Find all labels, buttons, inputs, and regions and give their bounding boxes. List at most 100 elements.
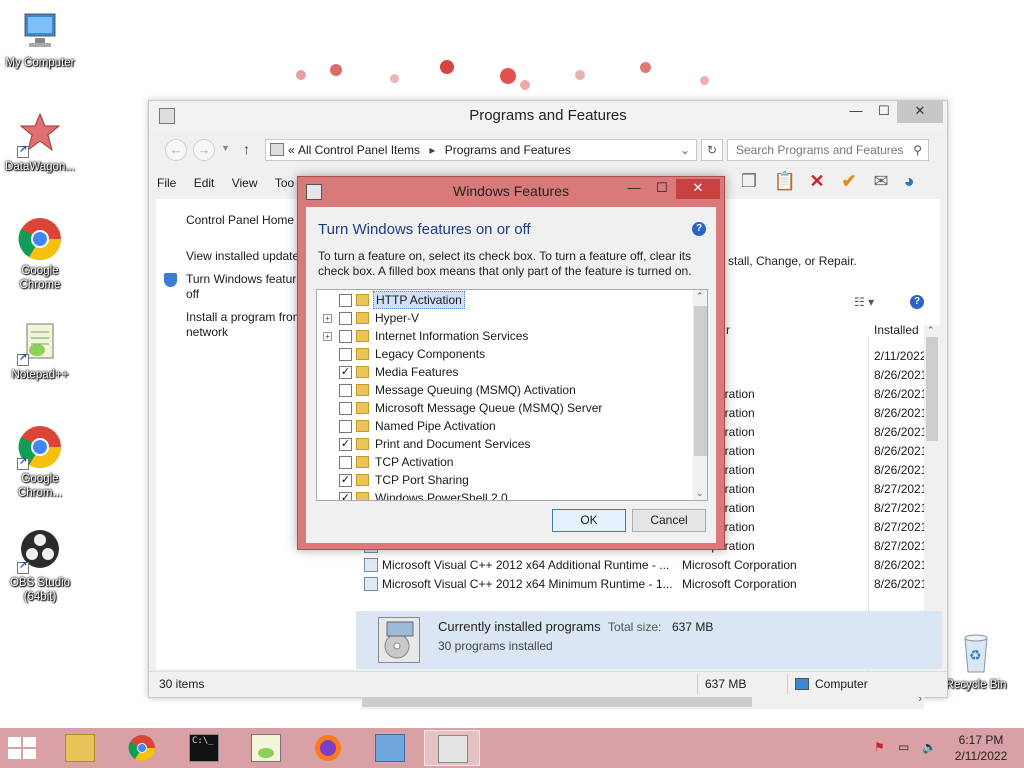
feature-item[interactable]: Microsoft Message Queue (MSMQ) Server bbox=[317, 399, 691, 417]
cancel-button[interactable]: Cancel bbox=[632, 509, 706, 532]
dialog-close-button[interactable]: ✕ bbox=[676, 179, 720, 199]
link-install-from-network[interactable]: Install a program fron bbox=[186, 310, 299, 325]
close-button[interactable]: ✕ bbox=[897, 101, 943, 123]
taskbar-control-panel[interactable] bbox=[362, 730, 418, 766]
column-header-publisher[interactable]: r bbox=[726, 323, 730, 337]
feature-checkbox[interactable]: ✓ bbox=[339, 438, 352, 451]
search-placeholder: Search Programs and Features bbox=[736, 143, 904, 157]
menu-view[interactable]: View bbox=[232, 173, 258, 193]
window-titlebar[interactable]: Programs and Features — ☐ ✕ bbox=[149, 101, 947, 131]
refresh-button[interactable]: ↻ bbox=[701, 139, 723, 161]
feature-checkbox[interactable] bbox=[339, 402, 352, 415]
vertical-scroll-thumb[interactable] bbox=[926, 337, 938, 441]
help-icon[interactable]: ? bbox=[692, 222, 706, 236]
globe-icon[interactable]: ◕ bbox=[897, 169, 921, 193]
feature-checkbox[interactable] bbox=[339, 312, 352, 325]
address-bar[interactable]: « All Control Panel Items ▸ Programs and… bbox=[265, 139, 697, 161]
wallpaper-blossom bbox=[640, 62, 651, 73]
expand-icon[interactable]: + bbox=[323, 314, 332, 323]
feature-checkbox[interactable] bbox=[339, 384, 352, 397]
menu-file[interactable]: File bbox=[157, 173, 176, 193]
feature-checkbox[interactable]: ✓ bbox=[339, 366, 352, 379]
features-scroll-thumb[interactable] bbox=[694, 306, 707, 456]
maximize-button[interactable]: ☐ bbox=[869, 101, 899, 123]
link-turn-windows-features[interactable]: Turn Windows featur bbox=[186, 272, 296, 287]
feature-checkbox[interactable]: ✓ bbox=[339, 492, 352, 500]
link-turn-windows-features-cont[interactable]: off bbox=[186, 287, 199, 302]
minimize-button[interactable]: — bbox=[841, 101, 871, 123]
desktop-icon-obs-studio[interactable]: OBS Studio (64bit) bbox=[0, 528, 80, 604]
feature-item[interactable]: ✓ Windows PowerShell 2.0 bbox=[317, 489, 691, 500]
scroll-down-icon[interactable]: ⌄ bbox=[696, 488, 704, 499]
up-button[interactable]: ↑ bbox=[243, 141, 250, 157]
breadcrumb-all-control-panel-items[interactable]: All Control Panel Items bbox=[298, 143, 420, 157]
desktop-icon-datawagon[interactable]: DataWagon... bbox=[0, 112, 80, 174]
start-button[interactable] bbox=[8, 737, 38, 759]
feature-item[interactable]: Named Pipe Activation bbox=[317, 417, 691, 435]
address-dropdown-icon[interactable]: ⌄ bbox=[680, 140, 690, 160]
dialog-minimize-button[interactable]: — bbox=[620, 179, 648, 199]
menu-tools[interactable]: Too bbox=[275, 173, 294, 193]
breadcrumb-separator-icon[interactable]: ▸ bbox=[429, 143, 435, 157]
feature-item[interactable]: TCP Activation bbox=[317, 453, 691, 471]
view-options-icon[interactable]: ☷ ▾ bbox=[854, 295, 874, 309]
feature-item[interactable]: Legacy Components bbox=[317, 345, 691, 363]
feature-checkbox[interactable] bbox=[339, 420, 352, 433]
search-input[interactable]: Search Programs and Features ⚲ bbox=[727, 139, 929, 161]
feature-item[interactable]: ✓ Media Features bbox=[317, 363, 691, 381]
action-center-flag-icon[interactable]: ⚑ bbox=[874, 740, 885, 754]
taskbar-notepadpp[interactable] bbox=[238, 730, 294, 766]
feature-item[interactable]: ✓ Print and Document Services bbox=[317, 435, 691, 453]
desktop-icon-notepadpp[interactable]: Notepad++ bbox=[0, 320, 80, 382]
network-icon[interactable]: ▭ bbox=[898, 740, 909, 754]
desktop-icon-google-chrome[interactable]: Google Chrome bbox=[0, 216, 80, 292]
feature-checkbox[interactable] bbox=[339, 456, 352, 469]
volume-icon[interactable]: 🔈 bbox=[922, 740, 937, 754]
menu-edit[interactable]: Edit bbox=[194, 173, 215, 193]
taskbar-command-prompt[interactable]: C:\_ bbox=[176, 730, 232, 766]
desktop-icon-recycle-bin[interactable]: ♻ Recycle Bin bbox=[936, 630, 1016, 692]
scroll-up-icon[interactable]: ⌃ bbox=[927, 325, 935, 336]
link-install-from-network-cont[interactable]: network bbox=[186, 325, 228, 340]
feature-checkbox[interactable] bbox=[339, 330, 352, 343]
feature-item[interactable]: + Hyper-V bbox=[317, 309, 691, 327]
firefox-icon bbox=[315, 735, 341, 761]
email-icon[interactable]: ✉ bbox=[869, 169, 893, 193]
table-row[interactable]: Microsoft Visual C++ 2012 x64 Minimum Ru… bbox=[362, 575, 932, 594]
feature-checkbox[interactable]: ✓ bbox=[339, 474, 352, 487]
taskbar-programs-and-features[interactable] bbox=[424, 730, 480, 766]
feature-item[interactable]: Message Queuing (MSMQ) Activation bbox=[317, 381, 691, 399]
dialog-maximize-button[interactable]: ☐ bbox=[648, 179, 676, 199]
address-overflow-chevrons[interactable]: « bbox=[288, 140, 295, 160]
forward-button[interactable]: → bbox=[193, 139, 215, 161]
feature-checkbox[interactable] bbox=[339, 348, 352, 361]
recent-pages-dropdown[interactable]: ▼ bbox=[221, 143, 230, 153]
link-control-panel-home[interactable]: Control Panel Home bbox=[186, 213, 294, 228]
feature-item[interactable]: HTTP Activation bbox=[317, 291, 691, 309]
column-header-installed-on[interactable]: Installed bbox=[874, 323, 919, 337]
copy-icon[interactable]: ❐ bbox=[737, 169, 761, 193]
taskbar-firefox[interactable] bbox=[300, 730, 356, 766]
help-icon[interactable]: ? bbox=[910, 295, 924, 309]
breadcrumb-programs-and-features[interactable]: Programs and Features bbox=[445, 143, 571, 157]
desktop-icon-google-chrome-2[interactable]: Google Chrom... bbox=[0, 424, 80, 500]
desktop-icon-my-computer[interactable]: My Computer bbox=[0, 8, 80, 70]
taskbar-chrome[interactable] bbox=[114, 730, 170, 766]
paste-icon[interactable]: 📋 bbox=[773, 169, 797, 193]
feature-item[interactable]: + Internet Information Services bbox=[317, 327, 691, 345]
feature-item[interactable]: ✓ TCP Port Sharing bbox=[317, 471, 691, 489]
delete-icon[interactable]: ✕ bbox=[805, 169, 829, 193]
expand-icon[interactable]: + bbox=[323, 332, 332, 341]
table-row[interactable]: Microsoft Visual C++ 2012 x64 Additional… bbox=[362, 556, 932, 575]
scroll-up-icon[interactable]: ⌃ bbox=[696, 291, 704, 302]
ok-button[interactable]: OK bbox=[552, 509, 626, 532]
feature-checkbox[interactable] bbox=[339, 294, 352, 307]
system-clock[interactable]: 6:17 PM 2/11/2022 bbox=[948, 732, 1014, 764]
features-scrollbar[interactable]: ⌃ ⌄ bbox=[693, 290, 707, 500]
checkmark-icon[interactable]: ✔ bbox=[837, 169, 861, 193]
back-button[interactable]: ← bbox=[165, 139, 187, 161]
horizontal-scroll-thumb[interactable] bbox=[362, 696, 752, 707]
taskbar-file-explorer[interactable] bbox=[52, 730, 108, 766]
link-view-installed-updates[interactable]: View installed update bbox=[186, 249, 299, 264]
status-divider bbox=[697, 674, 698, 694]
